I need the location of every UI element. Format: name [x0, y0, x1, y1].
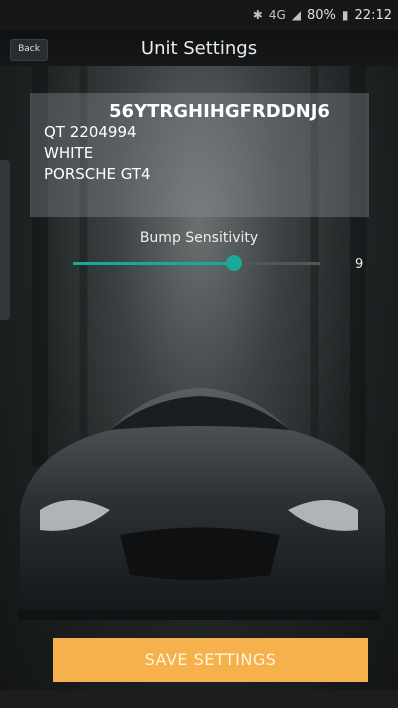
signal-icon: ◢	[291, 8, 302, 22]
back-button[interactable]: Back	[10, 39, 48, 61]
network-label: 4G	[268, 8, 286, 22]
vehicle-color-label: WHITE	[44, 144, 94, 162]
unit-id-label: QT 2204994	[44, 123, 137, 141]
save-settings-button[interactable]: SAVE SETTINGS	[53, 638, 368, 682]
bottom-nav-bar	[0, 690, 398, 708]
vehicle-info-panel: 56YTRGHIHGFRDDNJ6 QT 2204994 WHITE PORSC…	[30, 93, 369, 217]
clock: 22:12	[354, 7, 392, 23]
slider-thumb[interactable]	[225, 255, 242, 271]
bump-sensitivity-label: Bump Sensitivity	[139, 230, 259, 246]
page-title: Unit Settings	[140, 37, 258, 59]
vehicle-model-label: PORSCHE GT4	[44, 165, 151, 183]
title-bar: Back Unit Settings	[0, 30, 398, 66]
bluetooth-icon: ✱	[252, 8, 263, 22]
slider-fill	[73, 262, 234, 265]
sensitivity-value: 9	[355, 257, 364, 272]
battery-label: 80%	[307, 7, 336, 23]
car-image	[18, 388, 385, 620]
battery-icon: ▮	[341, 8, 349, 22]
bump-sensitivity-slider[interactable]	[73, 255, 320, 271]
vin-label: 56YTRGHIHGFRDDNJ6	[109, 101, 330, 122]
status-bar: ✱ 4G ◢ 80% ▮ 22:12	[0, 0, 398, 30]
